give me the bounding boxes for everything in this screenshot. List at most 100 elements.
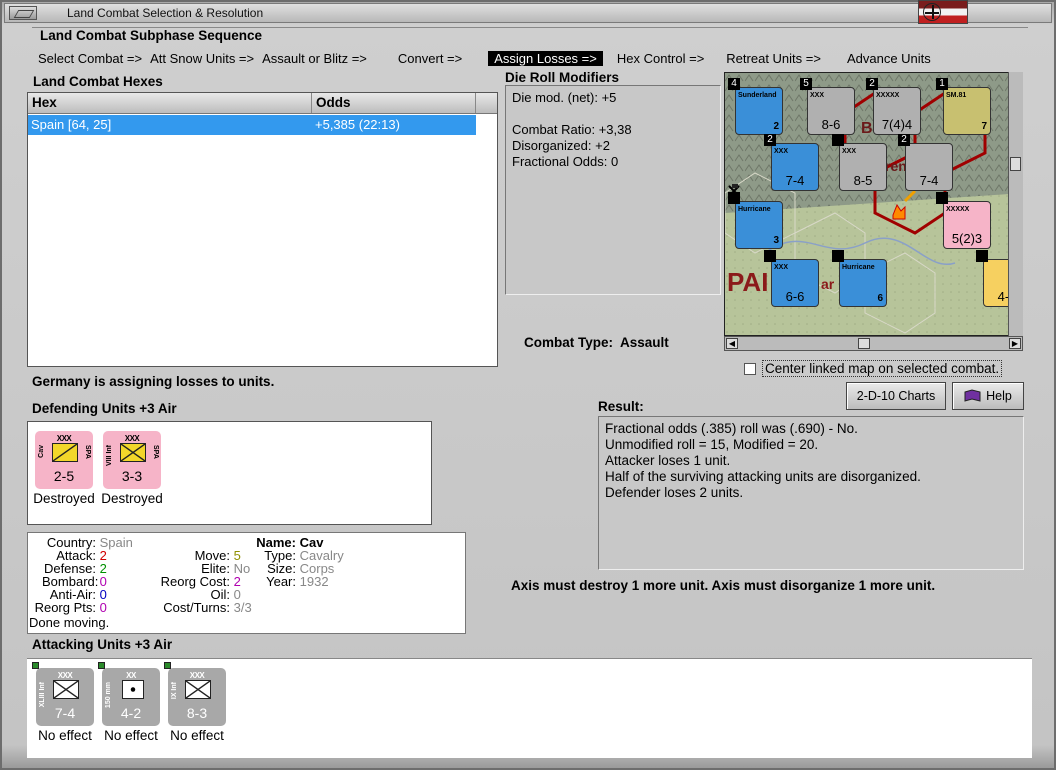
subphase-step[interactable]: Hex Control =>: [617, 51, 704, 66]
subphase-steps: Select Combat => Att Snow Units => Assault…: [38, 51, 931, 66]
attacking-unit-counter[interactable]: XXX XLIII Inf 7-4: [32, 662, 94, 726]
result-line: Unmodified roll = 15, Modified = 20.: [605, 437, 819, 452]
counter-label: Hurricane: [738, 206, 771, 213]
result-title: Result:: [598, 399, 644, 414]
defending-units-title: Defending Units +3 Air: [32, 401, 177, 416]
unit-values: 8-3: [186, 705, 208, 721]
map-unit-counter[interactable]: 2 7-4: [898, 134, 953, 191]
unit-designation: XLIII Inf: [39, 682, 46, 708]
counter-values: 7-4: [919, 173, 939, 188]
reorg-pts-label: Reorg Pts:: [34, 600, 96, 615]
counter-values: 5(2)3: [951, 231, 983, 246]
column-header-hex[interactable]: Hex: [28, 93, 312, 113]
unit-info-panel: Country: Spain Attack: 2 Defense: 2 Bomb…: [27, 532, 466, 634]
counter-label: SM.81: [946, 92, 967, 99]
unit-values: 4-2: [120, 705, 142, 721]
result-panel: Fractional odds (.385) roll was (.690) -…: [598, 416, 1024, 570]
map-unit-counter[interactable]: XXXXX 5(2)3: [936, 192, 991, 249]
die-roll-title: Die Roll Modifiers: [505, 70, 620, 85]
charts-button[interactable]: 2-D-10 Charts: [846, 382, 946, 410]
unit-size: XXX: [56, 434, 72, 443]
counter-stack-count: [728, 192, 740, 204]
unit-size: XXX: [124, 434, 140, 443]
attacking-units-panel: XXX XLIII Inf 7-4 No effect XX 150 mm 4-2 No ef…: [27, 658, 1032, 758]
svg-text:ren: ren: [885, 158, 907, 174]
subphase-step[interactable]: Select Combat =>: [38, 51, 142, 66]
subphase-step[interactable]: Advance Units: [847, 51, 931, 66]
scrollbar-thumb[interactable]: [858, 338, 870, 349]
table-header: Hex Odds: [28, 93, 497, 114]
help-button[interactable]: Help: [952, 382, 1024, 410]
counter-stack-count: 2: [898, 134, 910, 146]
counter-stack-count: [976, 250, 988, 262]
counter-stack-count: 4: [728, 78, 740, 90]
infantry-symbol-icon: [53, 680, 79, 699]
title-bar: Land Combat Selection & Resolution: [4, 3, 1052, 23]
map-unit-counter[interactable]: Hurricane 6: [832, 250, 887, 307]
attacking-unit-counter[interactable]: XX 150 mm 4-2: [98, 662, 160, 726]
map-unit-counter[interactable]: XXX 8-5: [832, 134, 887, 191]
die-roll-modifiers: Die mod. (net): +5 Combat Ratio: +3,38 D…: [505, 85, 721, 295]
result-line: Half of the surviving attacking units ar…: [605, 469, 921, 484]
unit-size: XX: [126, 671, 136, 680]
counter-stack-count: 5: [800, 78, 812, 90]
unit-flag-icon: [98, 662, 105, 669]
combat-type-label: Combat Type:: [524, 335, 614, 350]
subphase-step[interactable]: Assault or Blitz =>: [262, 51, 367, 66]
linked-map[interactable]: PAI ar Ba ren Sunderland 4 2 XXX 5 8-6 XXXXX 2 7…: [724, 72, 1023, 336]
counter-stack-count: 2: [764, 134, 776, 146]
germany-flag-icon: [918, 0, 968, 24]
defending-unit-counter[interactable]: XXX Cav SPA 2-5: [35, 431, 93, 489]
odds-cell: +5,385 (22:13): [315, 117, 400, 132]
unit-values: 2-5: [53, 468, 75, 484]
checkbox-label[interactable]: Center linked map on selected combat.: [762, 360, 1003, 377]
combat-type-value: Assault: [620, 335, 669, 350]
result-line: Attacker loses 1 unit.: [605, 453, 731, 468]
window-menu-icon[interactable]: [9, 6, 37, 20]
map-horizontal-scrollbar[interactable]: ◀ ▶: [724, 336, 1023, 351]
infantry-symbol-icon: [185, 680, 211, 699]
column-header-odds[interactable]: Odds: [312, 93, 476, 113]
scroll-right-icon[interactable]: ▶: [1009, 338, 1021, 349]
counter-stack-count: 1: [936, 78, 948, 90]
counter-label: Hurricane: [842, 264, 875, 271]
map-label: PAI: [727, 267, 768, 297]
subphase-header: Land Combat Subphase Sequence: [40, 28, 263, 43]
map-unit-counter[interactable]: Hurricane 3: [728, 192, 783, 249]
year-label: Year:: [266, 574, 296, 589]
map-unit-counter[interactable]: XXX 5 8-6: [800, 78, 855, 135]
hex-cell: Spain [64, 25]: [31, 117, 112, 132]
subphase-step[interactable]: Retreat Units =>: [726, 51, 821, 66]
scrollbar-thumb[interactable]: [1010, 157, 1021, 171]
unit-flag-icon: [164, 662, 171, 669]
table-row[interactable]: Spain [64, 25] +5,385 (22:13): [28, 115, 476, 135]
defending-unit-counter[interactable]: XXX VIII Inf SPA 3-3: [103, 431, 161, 489]
center-linked-map-checkbox[interactable]: Center linked map on selected combat.: [744, 360, 1003, 377]
subphase-sequence: Land Combat Subphase Sequence Select Com…: [32, 27, 1028, 69]
map-unit-counter[interactable]: XXX 6-6: [764, 250, 819, 307]
window-title: Land Combat Selection & Resolution: [67, 6, 264, 20]
map-unit-counter[interactable]: XXX 2 7-4: [764, 134, 819, 191]
subphase-step[interactable]: Att Snow Units =>: [150, 51, 254, 66]
cost-turns-value: 3/3: [233, 600, 252, 615]
scroll-left-icon[interactable]: ◀: [726, 338, 738, 349]
artillery-symbol-icon: [122, 680, 144, 699]
combat-ratio: Combat Ratio: +3,38: [512, 122, 632, 137]
cavalry-symbol-icon: [120, 443, 146, 462]
checkbox-box[interactable]: [744, 362, 756, 375]
fractional-odds: Fractional Odds: 0: [512, 154, 619, 169]
counter-label: XXX: [774, 264, 789, 271]
map-unit-counter[interactable]: Sunderland 4 2: [728, 78, 783, 135]
counter-label: XXX: [842, 148, 857, 155]
done-moving: Done moving.: [29, 615, 110, 630]
subphase-step[interactable]: Convert =>: [398, 51, 462, 66]
map-unit-counter[interactable]: XXXXX 2 7(4)4: [866, 78, 921, 135]
unit-nation: SPA: [152, 445, 159, 459]
map-vertical-scrollbar[interactable]: [1008, 72, 1023, 336]
attacking-unit-counter[interactable]: XXX IX Inf 8-3: [164, 662, 226, 726]
subphase-step[interactable]: Assign Losses =>: [488, 51, 603, 66]
unit-designation: IX Inf: [171, 682, 178, 700]
map-unit-counter[interactable]: SM.81 1 7: [936, 78, 991, 135]
counter-values: 8-6: [821, 117, 841, 132]
die-roll-spacer: [512, 106, 714, 122]
